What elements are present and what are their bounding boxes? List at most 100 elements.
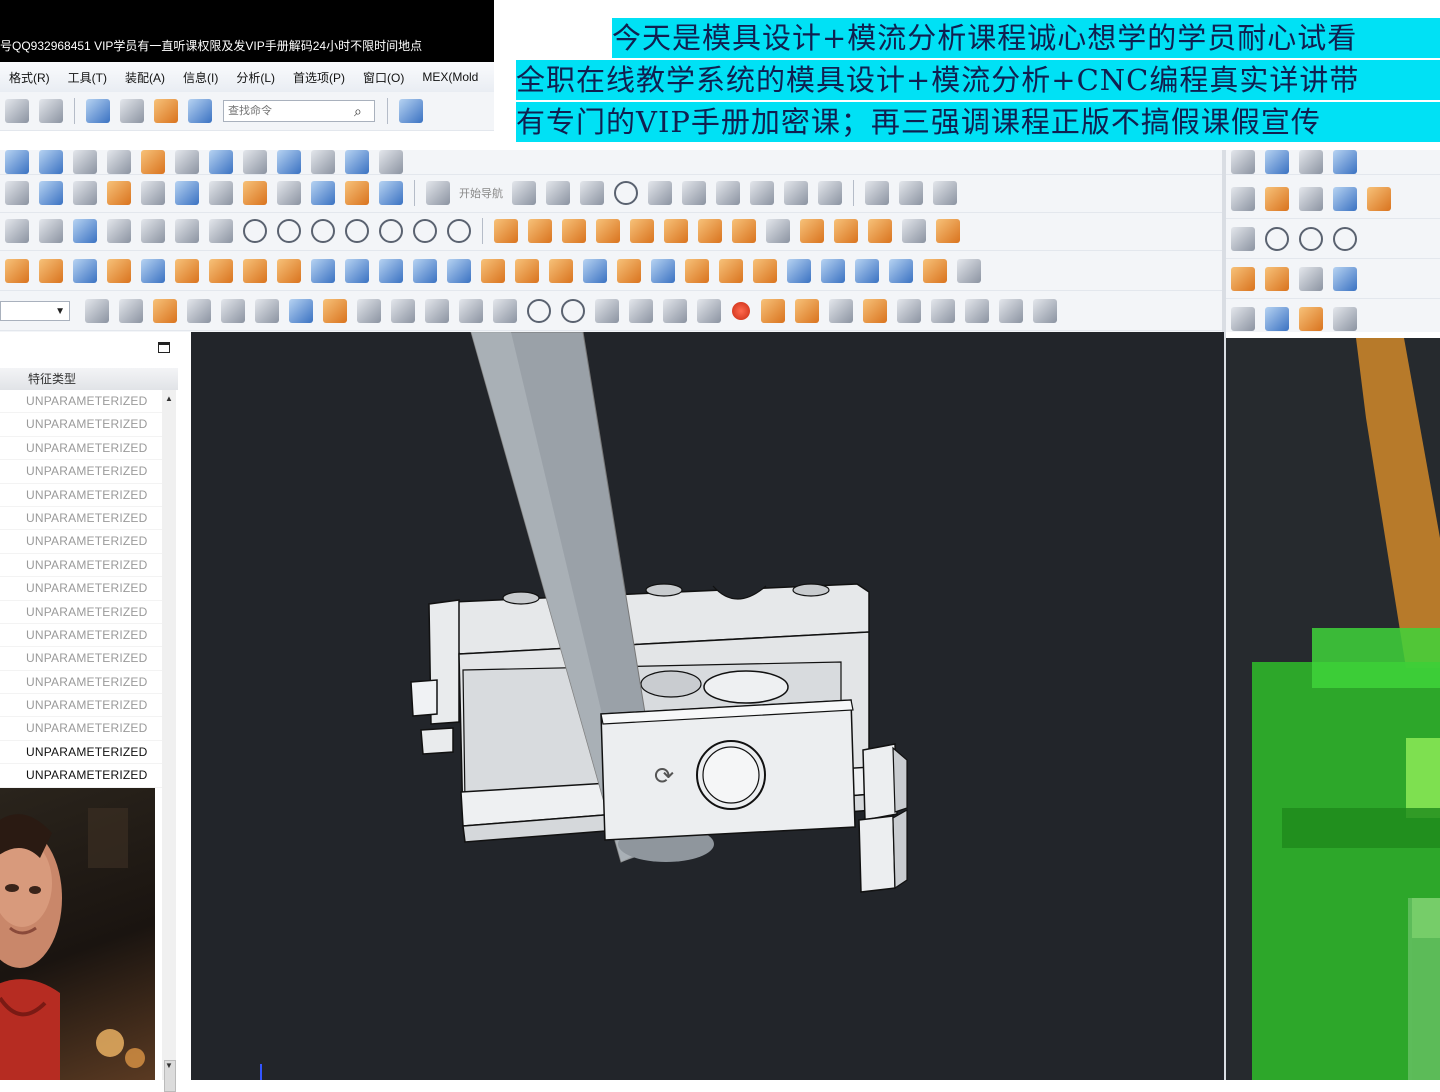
mold-12-icon[interactable] (379, 259, 403, 283)
menu-information[interactable]: 信息(I) (174, 69, 227, 86)
save-icon[interactable] (5, 99, 29, 123)
feature-row[interactable]: UNPARAMETERIZED (0, 413, 162, 437)
offset-curve-icon[interactable] (175, 181, 199, 205)
join-icon[interactable] (379, 181, 403, 205)
circle-tool-icon[interactable] (243, 219, 267, 243)
scroll-up-icon[interactable]: ▲ (165, 394, 173, 403)
secondary-mold-2-icon[interactable] (1265, 267, 1289, 291)
selection-icon[interactable] (154, 99, 178, 123)
secondary-face-icon[interactable] (1299, 150, 1323, 174)
feature-row[interactable]: UNPARAMETERIZED (0, 601, 162, 624)
sphere-icon[interactable] (255, 299, 279, 323)
bridge-curve-icon[interactable] (209, 181, 233, 205)
secondary-viewport[interactable] (1226, 338, 1440, 1080)
mold-8-icon[interactable] (243, 259, 267, 283)
secondary-mold-4-icon[interactable] (1333, 267, 1357, 291)
cube-icon[interactable] (528, 219, 552, 243)
mold-7-icon[interactable] (209, 259, 233, 283)
snap-icon[interactable] (85, 299, 109, 323)
mold-26-icon[interactable] (855, 259, 879, 283)
mold-27-icon[interactable] (923, 259, 947, 283)
mold-18-icon[interactable] (583, 259, 607, 283)
feature-row[interactable]: UNPARAMETERIZED (0, 507, 162, 531)
make-corner-icon[interactable] (933, 181, 957, 205)
command-search-input[interactable] (224, 105, 354, 117)
studio-spline-icon[interactable] (750, 181, 774, 205)
fit-view-icon[interactable] (399, 99, 423, 123)
offset-icon[interactable] (209, 150, 233, 174)
select-box-icon[interactable] (153, 299, 177, 323)
probe-icon[interactable] (965, 299, 989, 323)
feature-row[interactable]: UNPARAMETERIZED (0, 717, 162, 741)
render-3-icon[interactable] (897, 299, 921, 323)
menu-window[interactable]: 窗口(O) (354, 69, 413, 86)
secondary-corner-icon[interactable] (1231, 227, 1255, 251)
face-icon[interactable] (73, 150, 97, 174)
fillet-icon[interactable] (648, 181, 672, 205)
mesh-icon[interactable] (39, 150, 63, 174)
secondary-sweep-icon[interactable] (1333, 150, 1357, 174)
shade-2-icon[interactable] (795, 299, 819, 323)
secondary-mold-3-icon[interactable] (1299, 267, 1323, 291)
mold-9-icon[interactable] (277, 259, 301, 283)
profile-icon[interactable] (512, 181, 536, 205)
stop-icon[interactable] (732, 302, 750, 320)
mold-2-icon[interactable] (39, 259, 63, 283)
extend-icon[interactable] (243, 150, 267, 174)
mold-5-icon[interactable] (141, 259, 165, 283)
feature-row[interactable]: UNPARAMETERIZED (0, 694, 162, 718)
redo-icon[interactable] (120, 99, 144, 123)
secondary-circle-icon[interactable] (1265, 227, 1289, 251)
cube-11-icon[interactable] (902, 219, 926, 243)
arc-tool-icon[interactable] (107, 219, 131, 243)
render-icon[interactable] (829, 299, 853, 323)
search-icon[interactable]: ⌕ (354, 103, 362, 120)
feature-row[interactable]: UNPARAMETERIZED (0, 647, 162, 671)
constraint-icon[interactable] (39, 219, 63, 243)
circle-tool-7-icon[interactable] (447, 219, 471, 243)
secondary-surface-icon[interactable] (1231, 150, 1255, 174)
center-icon[interactable] (527, 299, 551, 323)
snap-point-icon[interactable] (323, 299, 347, 323)
feature-row[interactable]: UNPARAMETERIZED (0, 390, 162, 414)
tangent-icon[interactable] (425, 299, 449, 323)
mold-17-icon[interactable] (549, 259, 573, 283)
rectangle-icon[interactable] (716, 181, 740, 205)
on-curve-icon[interactable] (629, 299, 653, 323)
mold-28-icon[interactable] (957, 259, 981, 283)
sketch-icon[interactable] (5, 181, 29, 205)
cube-3-icon[interactable] (596, 219, 620, 243)
cube-6-icon[interactable] (732, 219, 756, 243)
intersect-curve-icon[interactable] (141, 181, 165, 205)
mold-22-icon[interactable] (719, 259, 743, 283)
type-filter-select[interactable]: ▼ (0, 301, 70, 321)
point-icon[interactable] (784, 181, 808, 205)
mold-4-icon[interactable] (107, 259, 131, 283)
split-icon[interactable] (311, 181, 335, 205)
mold-16-icon[interactable] (515, 259, 539, 283)
circle-icon[interactable] (614, 181, 638, 205)
corner-icon[interactable] (209, 219, 233, 243)
thicken-icon[interactable] (311, 150, 335, 174)
mold-11-icon[interactable] (345, 259, 369, 283)
cube-7-icon[interactable] (766, 219, 790, 243)
measure-icon[interactable] (931, 299, 955, 323)
secondary-line-icon[interactable] (1333, 307, 1357, 331)
mold-15-icon[interactable] (481, 259, 505, 283)
feature-row[interactable]: UNPARAMETERIZED (0, 624, 162, 648)
quick-extend-icon[interactable] (899, 181, 923, 205)
feature-row[interactable]: UNPARAMETERIZED (0, 741, 162, 765)
grid-icon[interactable] (73, 219, 97, 243)
cube-9-icon[interactable] (834, 219, 858, 243)
mid-point-icon[interactable] (391, 299, 415, 323)
feature-row[interactable]: UNPARAMETERIZED (0, 484, 162, 507)
feature-row[interactable]: UNPARAMETERIZED (0, 460, 162, 484)
mold-6-icon[interactable] (175, 259, 199, 283)
part-model[interactable]: ⟳ (191, 331, 1224, 1080)
column-header-feature-type[interactable]: 特征类型 (0, 368, 178, 390)
cube-5-icon[interactable] (698, 219, 722, 243)
restore-icon[interactable] (158, 342, 170, 353)
mold-21-icon[interactable] (685, 259, 709, 283)
secondary-snap-icon[interactable] (1299, 307, 1323, 331)
trim-icon[interactable] (175, 150, 199, 174)
